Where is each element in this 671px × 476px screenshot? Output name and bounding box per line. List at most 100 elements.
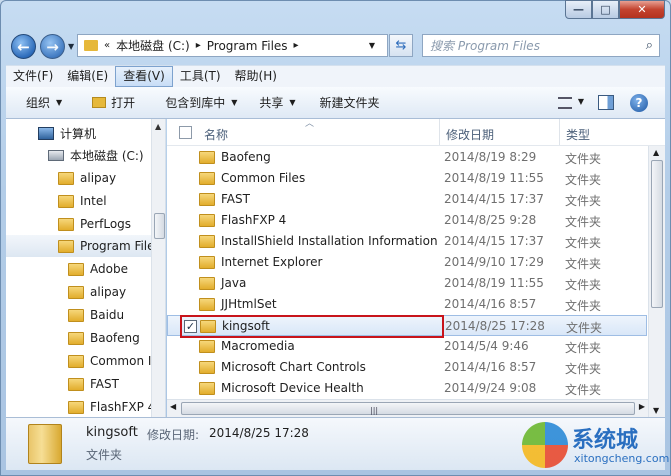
preview-pane-icon[interactable] (598, 95, 614, 110)
nav-item-computer[interactable]: 计算机 (38, 122, 96, 144)
file-name: Microsoft Device Health (221, 381, 364, 395)
nav-item-adobe[interactable]: Adobe (68, 258, 128, 280)
close-button[interactable]: ✕ (619, 0, 665, 19)
file-row[interactable]: Microsoft Chart Controls 2014/4/16 8:57 文件… (167, 357, 647, 378)
file-row[interactable]: FAST 2014/4/15 17:37 文件夹 (167, 189, 647, 210)
folder-icon (199, 298, 215, 311)
nav-item-baidu[interactable]: Baidu (68, 304, 124, 326)
nav-scrollbar[interactable]: ▲ (151, 119, 165, 417)
search-icon[interactable]: ⌕ (646, 38, 653, 53)
file-row[interactable]: Java 2014/8/19 11:55 文件夹 (167, 273, 647, 294)
breadcrumb-drive[interactable]: 本地磁盘 (C:) (116, 37, 190, 54)
watermark-url: xitongcheng.com (574, 452, 670, 465)
back-button[interactable]: ← (11, 34, 36, 59)
folder-icon (58, 217, 74, 231)
include-in-library-button[interactable]: 包含到库中 ▼ (165, 94, 237, 111)
forward-button[interactable]: → (40, 34, 65, 59)
file-name: Common Files (221, 171, 306, 185)
scroll-thumb[interactable]: ||| (181, 402, 635, 415)
column-divider[interactable] (559, 119, 560, 145)
chevron-right-icon[interactable]: ▸ (294, 40, 299, 51)
folder-icon (68, 400, 84, 414)
folder-icon (199, 361, 215, 374)
menu-tools[interactable]: 工具(T) (173, 66, 228, 87)
file-row[interactable]: Common Files 2014/8/19 11:55 文件夹 (167, 168, 647, 189)
nav-item-common-files[interactable]: Common I (68, 350, 151, 372)
refresh-button[interactable]: ⇆ (389, 34, 413, 57)
new-folder-button[interactable]: 新建文件夹 (320, 94, 380, 111)
menu-bar: 文件(F) 编辑(E) 查看(V) 工具(T) 帮助(H) (6, 65, 665, 87)
select-all-checkbox[interactable] (179, 126, 192, 139)
share-button[interactable]: 共享 ▼ (259, 94, 295, 111)
nav-item-flashfxp[interactable]: FlashFXP 4 (68, 396, 155, 417)
file-date: 2014/4/16 8:57 (444, 360, 537, 374)
file-row[interactable]: InstallShield Installation Information 20… (167, 231, 647, 252)
file-name: FAST (221, 192, 250, 206)
search-placeholder: 搜索 Program Files (430, 39, 540, 53)
scroll-up-icon[interactable]: ▲ (155, 122, 161, 131)
menu-help[interactable]: 帮助(H) (228, 66, 284, 87)
nav-item-perflogs[interactable]: PerfLogs (58, 213, 131, 235)
highlight-annotation (180, 315, 444, 338)
address-dropdown-icon[interactable]: ▼ (369, 41, 375, 50)
column-type[interactable]: 类型 (566, 126, 590, 143)
scroll-left-icon[interactable]: ◀ (170, 402, 176, 411)
scroll-up-icon[interactable]: ▲ (653, 148, 659, 157)
file-row[interactable]: Macromedia 2014/5/4 9:46 文件夹 (167, 336, 647, 357)
nav-item-baofeng[interactable]: Baofeng (68, 327, 140, 349)
folder-icon (199, 340, 215, 353)
minimize-button[interactable]: — (565, 0, 592, 19)
nav-item-label: Intel (80, 194, 107, 208)
menu-view[interactable]: 查看(V) (115, 66, 173, 87)
nav-item-alipay-sub[interactable]: alipay (68, 281, 126, 303)
file-row[interactable]: Baofeng 2014/8/19 8:29 文件夹 (167, 147, 647, 168)
menu-edit[interactable]: 编辑(E) (60, 66, 115, 87)
breadcrumb-program-files[interactable]: Program Files (207, 39, 288, 53)
help-icon[interactable]: ? (630, 94, 648, 112)
folder-icon (28, 424, 62, 464)
folder-icon (199, 235, 215, 248)
maximize-button[interactable]: □ (592, 0, 619, 19)
scroll-thumb[interactable] (154, 213, 165, 239)
file-type: 文件夹 (565, 383, 602, 397)
nav-item-fast[interactable]: FAST (68, 373, 119, 395)
address-bar[interactable]: « 本地磁盘 (C:) ▸ Program Files ▸ ▼ (77, 34, 388, 57)
file-row[interactable]: FlashFXP 4 2014/8/25 9:28 文件夹 (167, 210, 647, 231)
file-row[interactable]: JJHtmlSet 2014/4/16 8:57 文件夹 (167, 294, 647, 315)
nav-item-alipay[interactable]: alipay (58, 167, 116, 189)
column-divider[interactable] (439, 119, 440, 145)
file-type: 文件夹 (565, 236, 602, 250)
chevron-down-icon[interactable]: ▼ (578, 97, 584, 106)
folder-icon (199, 193, 215, 206)
file-row[interactable]: Microsoft Device Health 2014/9/24 9:08 文件夹 (167, 378, 647, 399)
file-type: 文件夹 (565, 278, 602, 292)
file-type: 文件夹 (566, 321, 603, 335)
nav-item-local-disk[interactable]: 本地磁盘 (C:) (48, 144, 144, 166)
file-name: Macromedia (221, 339, 295, 353)
menu-file[interactable]: 文件(F) (6, 66, 60, 87)
column-date[interactable]: 修改日期 (446, 126, 494, 143)
nav-item-program-files[interactable]: Program File (6, 235, 155, 257)
nav-item-label: Common I (90, 354, 152, 368)
column-name[interactable]: 名称 (204, 126, 228, 143)
scroll-thumb[interactable] (651, 160, 663, 308)
open-button[interactable]: 打开 (92, 94, 135, 111)
chevron-right-icon[interactable]: ▸ (196, 40, 201, 51)
scroll-down-icon[interactable]: ▼ (653, 406, 659, 415)
folder-icon (58, 239, 74, 253)
view-options-icon[interactable] (558, 97, 572, 109)
scroll-right-icon[interactable]: ▶ (639, 402, 645, 411)
folder-icon (199, 256, 215, 269)
recent-pages-dropdown-icon[interactable]: ▼ (68, 42, 74, 51)
file-date: 2014/4/15 17:37 (444, 234, 544, 248)
vertical-scrollbar[interactable]: ▲ ▼ (648, 146, 665, 417)
folder-icon (68, 354, 84, 368)
horizontal-scrollbar[interactable]: ◀ ||| ▶ (167, 399, 648, 417)
nav-item-label: PerfLogs (80, 217, 132, 231)
file-row[interactable]: Internet Explorer 2014/9/10 17:29 文件夹 (167, 252, 647, 273)
address-prefix[interactable]: « (104, 40, 110, 51)
search-input[interactable]: 搜索 Program Files ⌕ (422, 34, 660, 57)
grip-icon: ||| (370, 406, 379, 415)
organize-button[interactable]: 组织 ▼ (26, 94, 62, 111)
nav-item-intel[interactable]: Intel (58, 190, 107, 212)
